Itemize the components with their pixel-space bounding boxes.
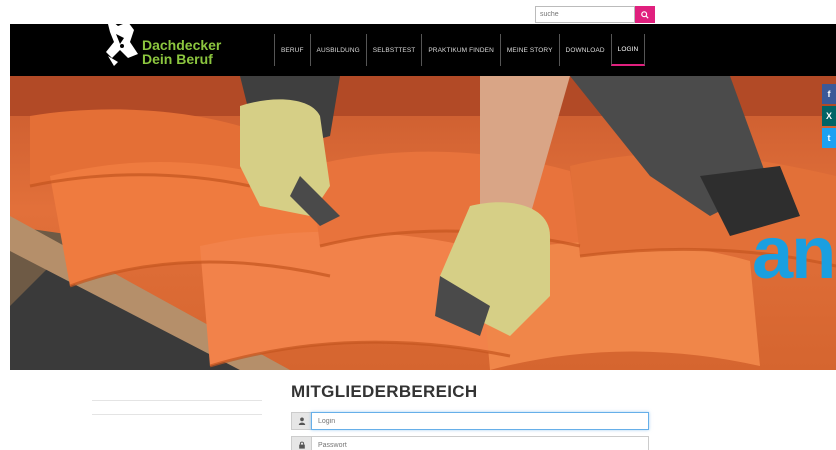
nav-item-meine-story[interactable]: MEINE STORY <box>499 34 559 66</box>
nav-item-login[interactable]: LOGIN <box>610 34 646 66</box>
sidebar-divider <box>92 400 262 401</box>
sidebar-divider <box>92 414 262 415</box>
search-input[interactable] <box>535 6 635 23</box>
nav-item-selbsttest[interactable]: SELBSTTEST <box>365 34 422 66</box>
search-icon <box>641 10 649 19</box>
nav-item-ausbildung[interactable]: AUSBILDUNG <box>309 34 366 66</box>
site-header: Dachdecker Dein Beruf BERUF AUSBILDUNG S… <box>10 15 836 76</box>
nav-item-beruf[interactable]: BERUF <box>274 34 310 66</box>
password-input[interactable] <box>311 436 649 450</box>
logo-text: Dachdecker Dein Beruf <box>142 38 221 66</box>
logo-line2: Dein Beruf <box>142 51 213 67</box>
social-share-bar: f X t <box>822 84 836 148</box>
main-nav: BERUF AUSBILDUNG SELBSTTEST PRAKTIKUM FI… <box>274 34 646 66</box>
nav-item-praktikum-finden[interactable]: PRAKTIKUM FINDEN <box>421 34 500 66</box>
members-section: MITGLIEDERBEREICH <box>291 382 477 402</box>
search-button[interactable] <box>635 6 655 23</box>
nav-item-download[interactable]: DOWNLOAD <box>558 34 611 66</box>
login-field-group <box>291 412 649 430</box>
search-bar <box>535 6 655 24</box>
hero-roof-tiles-photo <box>10 76 836 370</box>
user-icon <box>291 412 311 430</box>
twitter-icon[interactable]: t <box>822 128 836 148</box>
logo[interactable]: Dachdecker Dein Beruf <box>98 12 228 72</box>
lock-icon <box>291 436 311 450</box>
password-field-group <box>291 436 649 450</box>
facebook-icon[interactable]: f <box>822 84 836 104</box>
xing-icon[interactable]: X <box>822 106 836 126</box>
hero-overlay-text: an <box>752 211 836 294</box>
logo-line1: Dachdecker <box>142 37 222 53</box>
hero-image: an <box>10 76 836 370</box>
page-title: MITGLIEDERBEREICH <box>291 382 478 401</box>
login-input[interactable] <box>311 412 649 430</box>
roofer-logo-icon <box>106 15 138 66</box>
